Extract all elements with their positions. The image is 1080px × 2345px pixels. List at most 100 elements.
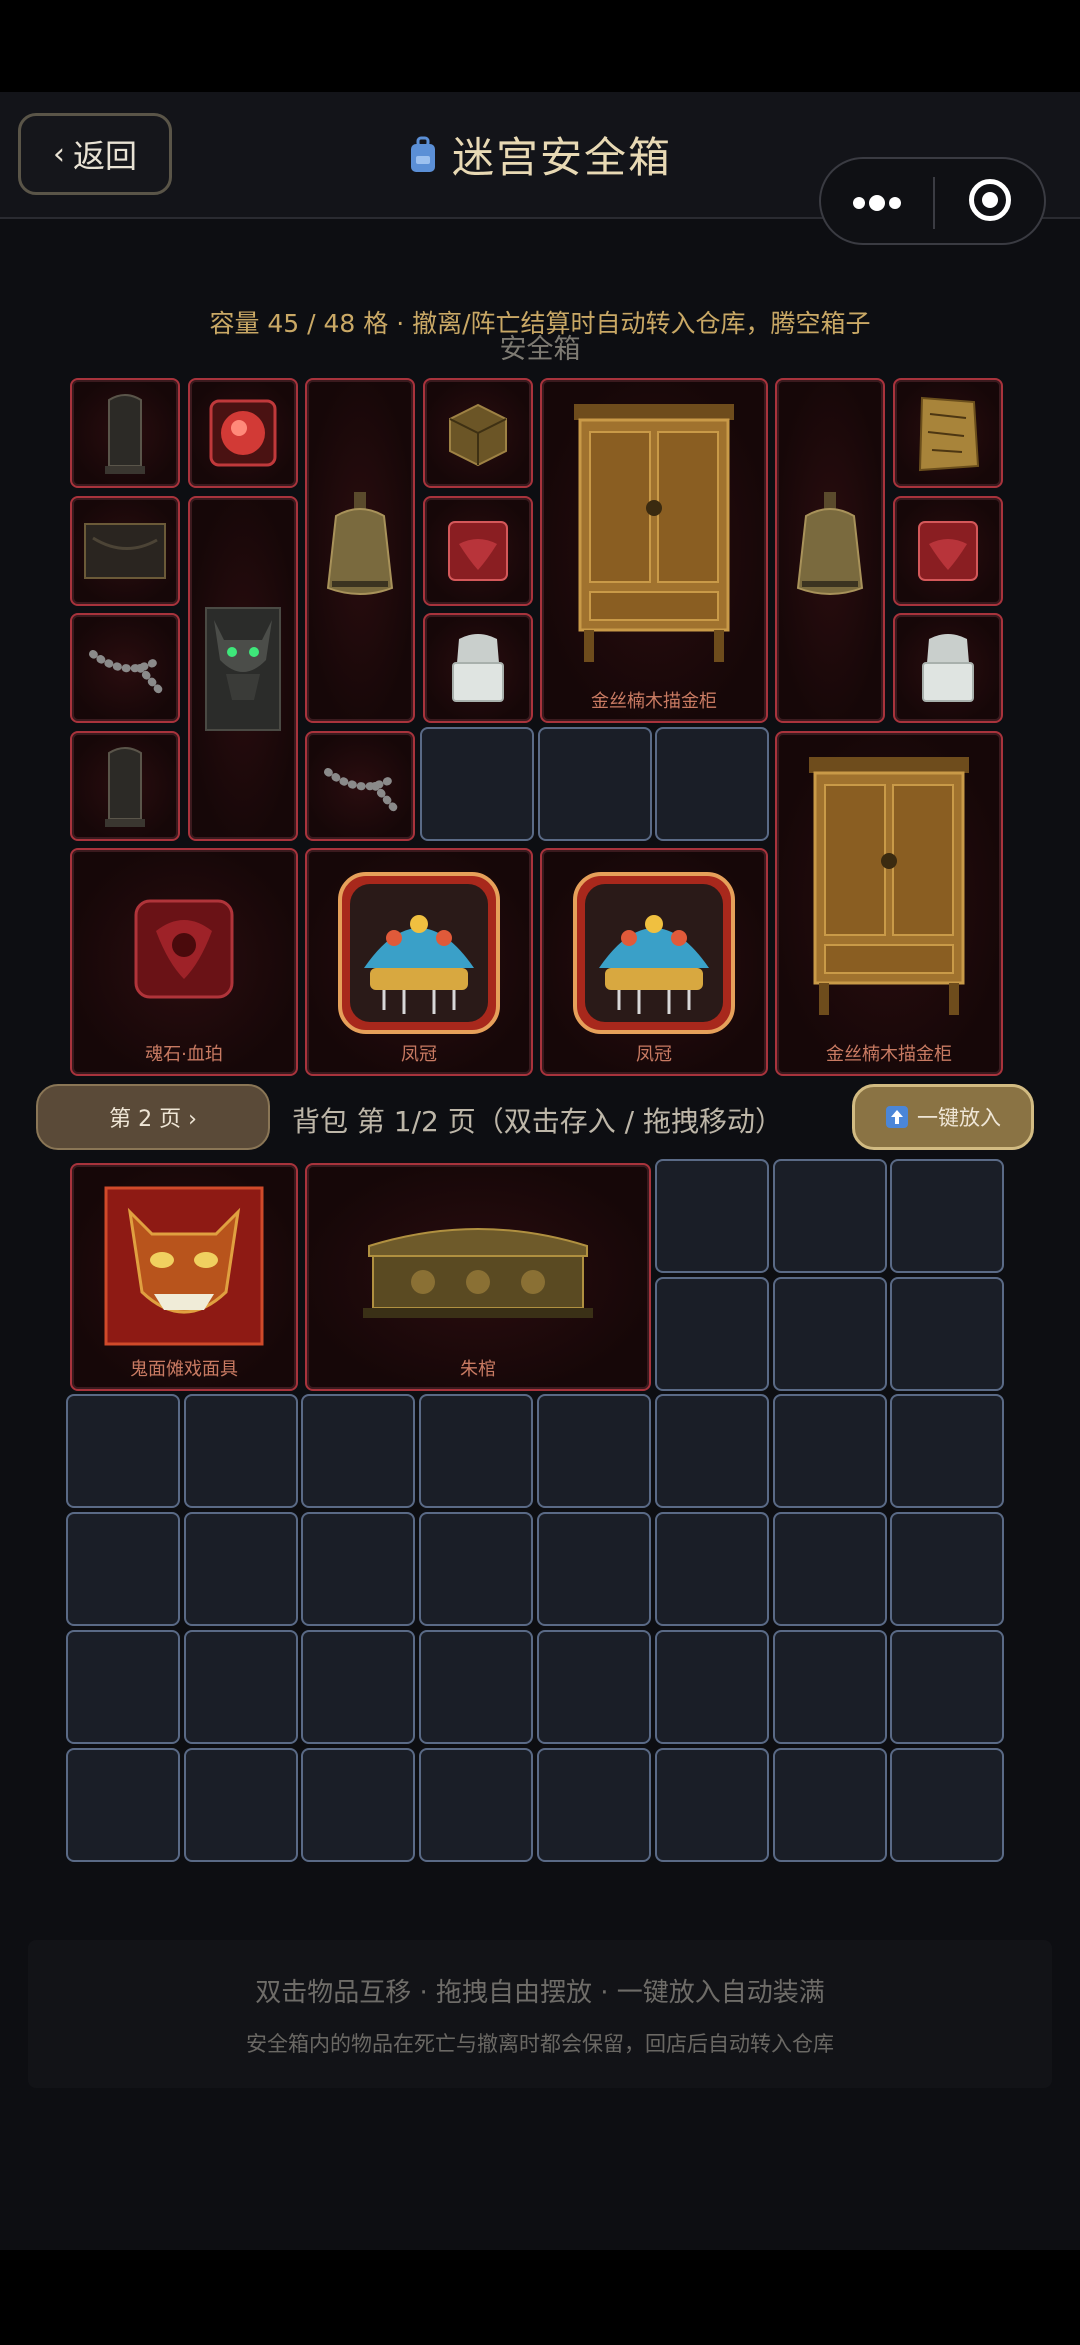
status-bar — [0, 0, 1080, 92]
empty-slot[interactable] — [419, 1512, 533, 1626]
empty-slot[interactable] — [537, 1512, 651, 1626]
empty-slot[interactable] — [773, 1277, 887, 1391]
one-click-store-button[interactable]: 一键放入 — [852, 1084, 1034, 1150]
safe-item-blood-jade[interactable] — [893, 496, 1003, 606]
empty-slot[interactable] — [419, 1394, 533, 1508]
backpack-item-coffin[interactable]: 朱棺 — [305, 1163, 651, 1391]
safe-item-jade-seal[interactable] — [423, 613, 533, 723]
empty-slot[interactable] — [301, 1394, 415, 1508]
demon-mask-icon — [104, 1186, 264, 1346]
safe-item-jade-seal[interactable] — [893, 613, 1003, 723]
safe-item-cabinet[interactable]: 金丝楠木描金柜 — [540, 378, 768, 723]
red-orb-icon — [209, 399, 277, 467]
coffin-icon — [363, 1228, 593, 1318]
safe-item-map[interactable] — [893, 378, 1003, 488]
item-label: 鬼面傩戏面具 — [130, 1359, 238, 1380]
prayer-beads-icon — [89, 650, 163, 694]
empty-slot[interactable] — [419, 1630, 533, 1744]
safe-item-demon-head[interactable] — [188, 496, 298, 841]
safe-item-blood-jade[interactable] — [423, 496, 533, 606]
demon-statue-icon — [205, 606, 281, 731]
empty-slot[interactable] — [890, 1748, 1004, 1862]
tips-panel: 双击物品互移 · 拖拽自由摆放 · 一键放入自动装满 安全箱内的物品在死亡与撤离… — [28, 1940, 1052, 2088]
old-map-icon — [918, 396, 980, 472]
page-title-text: 迷宫安全箱 — [451, 133, 672, 182]
bottom-bar — [0, 2250, 1080, 2345]
empty-slot[interactable] — [655, 1748, 769, 1862]
empty-slot[interactable] — [301, 1630, 415, 1744]
memorial-tablet-icon — [105, 394, 145, 474]
empty-slot[interactable] — [301, 1512, 415, 1626]
empty-slot[interactable] — [655, 727, 769, 841]
item-label: 凤冠 — [401, 1044, 437, 1065]
bronze-bell-icon — [796, 491, 864, 595]
safe-item-scroll[interactable] — [70, 496, 180, 606]
safe-item-phoenix-crown[interactable]: 凤冠 — [305, 848, 533, 1076]
empty-slot[interactable] — [655, 1630, 769, 1744]
safe-item-soulstone[interactable]: 魂石·血珀 — [70, 848, 298, 1076]
safe-item-bell[interactable] — [305, 378, 415, 723]
safe-item-cabinet[interactable]: 金丝楠木描金柜 — [775, 731, 1003, 1076]
empty-slot[interactable] — [537, 1748, 651, 1862]
empty-slot[interactable] — [184, 1748, 298, 1862]
empty-slot[interactable] — [773, 1159, 887, 1273]
close-miniprogram-icon[interactable] — [969, 179, 1011, 221]
backpack-icon — [410, 136, 435, 172]
safe-item-blood-gem[interactable] — [188, 378, 298, 488]
safe-item-cube[interactable] — [423, 378, 533, 488]
empty-slot[interactable] — [538, 727, 652, 841]
red-jade-icon — [448, 521, 508, 581]
empty-slot[interactable] — [184, 1394, 298, 1508]
safe-item-phoenix-crown[interactable]: 凤冠 — [540, 848, 768, 1076]
empty-slot[interactable] — [537, 1394, 651, 1508]
empty-slot[interactable] — [773, 1748, 887, 1862]
empty-slot[interactable] — [773, 1512, 887, 1626]
next-page-button[interactable]: 第 2 页 › — [36, 1084, 270, 1150]
more-icon[interactable] — [851, 184, 903, 222]
empty-slot[interactable] — [655, 1277, 769, 1391]
backpack-grid: 鬼面傩戏面具 朱棺 — [66, 1159, 1006, 1864]
golden-cabinet-icon — [574, 403, 734, 662]
empty-slot[interactable] — [890, 1277, 1004, 1391]
safe-item-tablet[interactable] — [70, 731, 180, 841]
empty-slot[interactable] — [66, 1512, 180, 1626]
item-label: 朱棺 — [460, 1359, 496, 1380]
empty-slot[interactable] — [184, 1512, 298, 1626]
empty-slot[interactable] — [66, 1394, 180, 1508]
safe-item-tablet[interactable] — [70, 378, 180, 488]
item-label: 金丝楠木描金柜 — [826, 1044, 952, 1065]
bronze-bell-icon — [326, 491, 394, 595]
empty-slot[interactable] — [773, 1630, 887, 1744]
golden-cabinet-icon — [809, 756, 969, 1015]
backpack-item-mask[interactable]: 鬼面傩戏面具 — [70, 1163, 298, 1391]
empty-slot[interactable] — [537, 1630, 651, 1744]
empty-slot[interactable] — [420, 727, 534, 841]
empty-slot[interactable] — [66, 1630, 180, 1744]
upload-icon — [886, 1106, 908, 1128]
capsule-divider — [933, 177, 935, 229]
empty-slot[interactable] — [655, 1394, 769, 1508]
empty-slot[interactable] — [890, 1394, 1004, 1508]
empty-slot[interactable] — [419, 1748, 533, 1862]
safe-item-beads[interactable] — [70, 613, 180, 723]
empty-slot[interactable] — [301, 1748, 415, 1862]
bronze-cube-icon — [449, 403, 507, 467]
empty-slot[interactable] — [655, 1512, 769, 1626]
empty-slot[interactable] — [890, 1512, 1004, 1626]
empty-slot[interactable] — [655, 1159, 769, 1273]
empty-slot[interactable] — [890, 1159, 1004, 1273]
empty-slot[interactable] — [890, 1630, 1004, 1744]
tips-line-2: 安全箱内的物品在死亡与撤离时都会保留，回店后自动转入仓库 — [246, 2032, 834, 2056]
safe-grid: 金丝楠木描金柜 金丝楠木描金柜 魂石·血珀 凤冠 凤冠 — [66, 374, 1006, 1079]
safe-title: 安全箱 — [499, 334, 581, 365]
soulstone-icon — [134, 899, 234, 999]
phoenix-crown-icon — [573, 872, 735, 1034]
empty-slot[interactable] — [773, 1394, 887, 1508]
item-label: 魂石·血珀 — [145, 1044, 223, 1065]
jade-seal-icon — [922, 634, 974, 702]
safe-item-beads[interactable] — [305, 731, 415, 841]
safe-item-bell[interactable] — [775, 378, 885, 723]
empty-slot[interactable] — [66, 1748, 180, 1862]
empty-slot[interactable] — [184, 1630, 298, 1744]
scroll-icon — [84, 523, 166, 579]
